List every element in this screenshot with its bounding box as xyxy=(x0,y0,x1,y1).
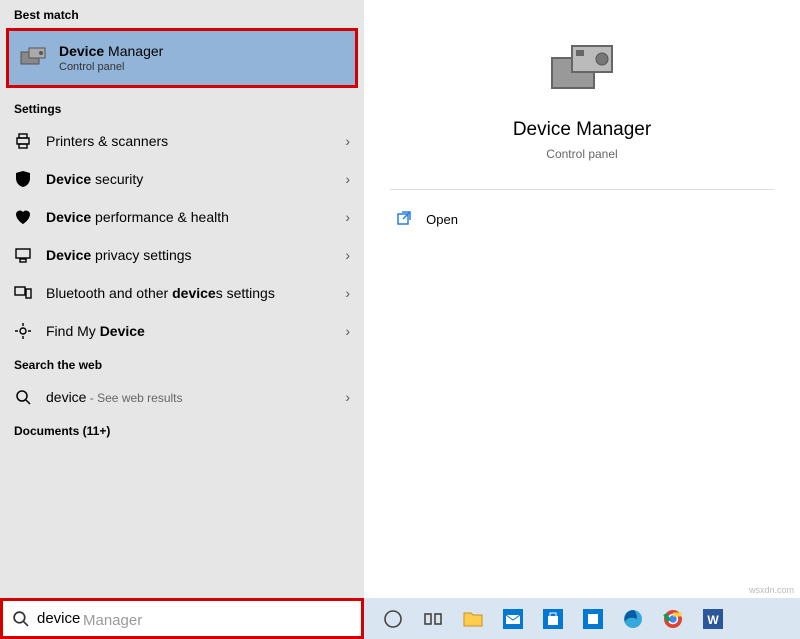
search-box-container[interactable]: Manager xyxy=(0,598,364,639)
app-icon[interactable] xyxy=(582,608,604,630)
web-result-item[interactable]: device - See web results › xyxy=(0,378,364,416)
cortana-icon[interactable] xyxy=(382,608,404,630)
section-settings: Settings xyxy=(0,94,364,122)
search-input[interactable] xyxy=(37,610,361,627)
result-label: Find My Device xyxy=(46,323,331,339)
result-label: Device security xyxy=(46,171,331,187)
section-search-web: Search the web xyxy=(0,350,364,378)
preview-title: Device Manager xyxy=(513,119,651,141)
chevron-right-icon: › xyxy=(345,323,350,339)
mail-icon[interactable] xyxy=(502,608,524,630)
svg-text:W: W xyxy=(707,613,719,627)
best-match-subtitle: Control panel xyxy=(59,61,163,73)
search-icon xyxy=(14,388,32,406)
chevron-right-icon: › xyxy=(345,171,350,187)
result-label: Bluetooth and other devices settings xyxy=(46,285,331,301)
search-results-panel: Best match Device Manager Control panel … xyxy=(0,0,364,598)
privacy-icon xyxy=(14,246,32,264)
search-icon xyxy=(3,610,37,627)
settings-item-find-my-device[interactable]: Find My Device › xyxy=(0,312,364,350)
devices-icon xyxy=(14,284,32,302)
edge-icon[interactable] xyxy=(622,608,644,630)
settings-item-device-privacy[interactable]: Device privacy settings › xyxy=(0,236,364,274)
result-label: Device performance & health xyxy=(46,209,331,225)
preview-subtitle: Control panel xyxy=(546,147,617,161)
chrome-icon[interactable] xyxy=(662,608,684,630)
taskbar: W xyxy=(364,598,800,639)
result-label: Printers & scanners xyxy=(46,133,331,149)
chevron-right-icon: › xyxy=(345,133,350,149)
preview-panel: Device Manager Control panel Open xyxy=(364,0,800,598)
section-documents: Documents (11+) xyxy=(0,416,364,444)
store-icon[interactable] xyxy=(542,608,564,630)
settings-item-device-security[interactable]: Device security › xyxy=(0,160,364,198)
chevron-right-icon: › xyxy=(345,285,350,301)
open-icon xyxy=(396,210,412,229)
location-icon xyxy=(14,322,32,340)
device-manager-icon xyxy=(19,44,47,72)
chevron-right-icon: › xyxy=(345,209,350,225)
divider xyxy=(390,189,774,190)
task-view-icon[interactable] xyxy=(422,608,444,630)
file-explorer-icon[interactable] xyxy=(462,608,484,630)
settings-item-printers[interactable]: Printers & scanners › xyxy=(0,122,364,160)
heart-icon xyxy=(14,208,32,226)
taskbar-row: Manager W xyxy=(0,598,800,639)
best-match-highlight: Device Manager Control panel xyxy=(6,28,358,88)
shield-icon xyxy=(14,170,32,188)
printer-icon xyxy=(14,132,32,150)
open-label: Open xyxy=(426,212,458,227)
watermark: wsxdn.com xyxy=(749,585,794,595)
open-action[interactable]: Open xyxy=(390,200,774,239)
word-icon[interactable]: W xyxy=(702,608,724,630)
chevron-right-icon: › xyxy=(345,247,350,263)
section-best-match: Best match xyxy=(0,0,364,28)
best-match-item[interactable]: Device Manager Control panel xyxy=(9,31,355,85)
result-label: Device privacy settings xyxy=(46,247,331,263)
result-label: device - See web results xyxy=(46,389,331,405)
chevron-right-icon: › xyxy=(345,389,350,405)
device-manager-hero-icon xyxy=(542,35,622,105)
best-match-title: Device Manager xyxy=(59,43,163,59)
settings-item-device-performance[interactable]: Device performance & health › xyxy=(0,198,364,236)
settings-item-bluetooth[interactable]: Bluetooth and other devices settings › xyxy=(0,274,364,312)
